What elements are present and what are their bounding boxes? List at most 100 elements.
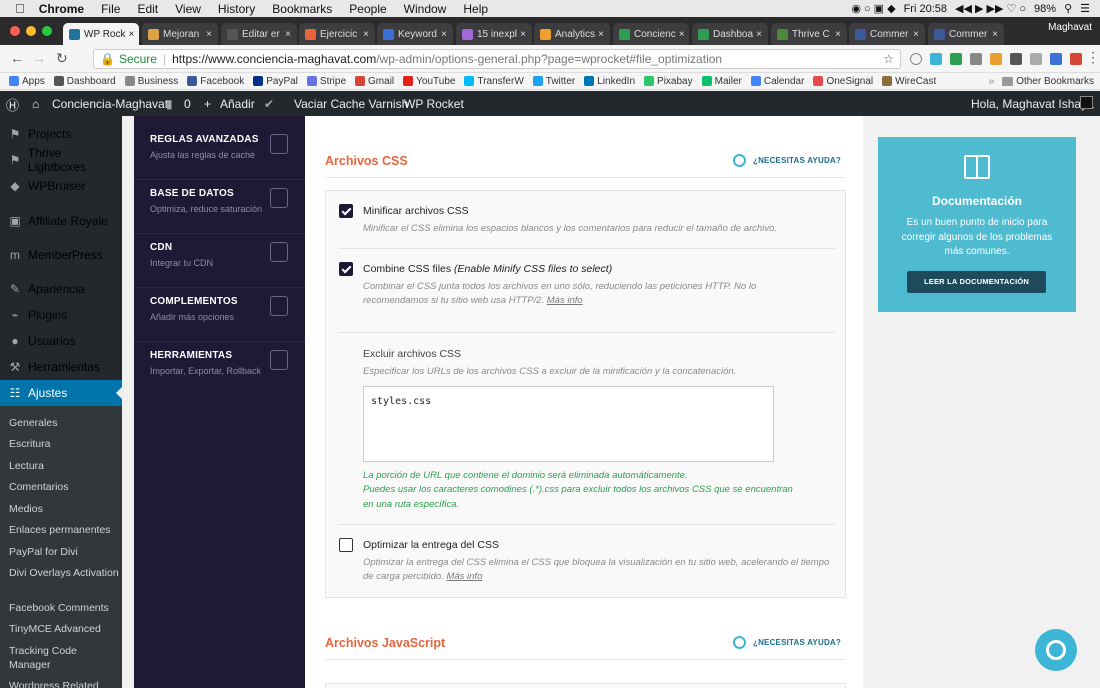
submenu-item[interactable]: Comentarios: [9, 480, 119, 494]
sidebar-item-ajustes[interactable]: ☷ Ajustes: [0, 380, 122, 406]
extension-icon[interactable]: [990, 53, 1002, 65]
browser-tab[interactable]: Keyword ×: [377, 23, 453, 45]
apple-icon[interactable]: : [15, 1, 25, 16]
wordpress-logo-icon[interactable]: Ⓗ: [6, 95, 19, 114]
menu-help[interactable]: Help: [463, 2, 488, 16]
browser-tab[interactable]: 15 inexpl ×: [456, 23, 532, 45]
search-icon[interactable]: ⚲: [1064, 2, 1072, 15]
bookmark-item[interactable]: Stripe: [306, 76, 346, 87]
close-icon[interactable]: ×: [126, 29, 135, 40]
menu-app[interactable]: Chrome: [39, 2, 84, 16]
profile-name[interactable]: Maghavat: [1048, 22, 1092, 33]
submenu-item[interactable]: Enlaces permanentes: [9, 523, 119, 537]
browser-tab[interactable]: Thrive C ×: [771, 23, 847, 45]
submenu-item[interactable]: Lectura: [9, 459, 119, 473]
submenu-item[interactable]: Facebook Comments: [9, 601, 119, 615]
css-help-link[interactable]: ¿NECESITAS AYUDA?: [732, 154, 841, 167]
extension-icon[interactable]: [1050, 53, 1062, 65]
menu-history[interactable]: History: [218, 2, 255, 16]
extension-info-icon[interactable]: [910, 53, 922, 65]
menu-file[interactable]: File: [101, 2, 120, 16]
forward-icon[interactable]: →: [32, 50, 46, 66]
sidebar-item-wpbruiser[interactable]: ◆ WPBruiser: [0, 173, 122, 199]
battery-percent[interactable]: 98%: [1034, 3, 1056, 15]
sidebar-item-herramientas[interactable]: ⚒ Herramientas: [0, 354, 122, 380]
extension-icon[interactable]: [1030, 53, 1042, 65]
bookmark-item[interactable]: Pixabay: [644, 76, 693, 87]
minimize-window-button[interactable]: [26, 26, 36, 36]
yoast-icon[interactable]: ✔: [264, 97, 274, 111]
extension-icon[interactable]: [970, 53, 982, 65]
exclude-css-textarea[interactable]: styles.css: [363, 386, 774, 462]
rocket-nav-complementos[interactable]: COMPLEMENTOS Añadir más opciones: [150, 296, 300, 322]
browser-tab[interactable]: Analytics ×: [534, 23, 610, 45]
back-icon[interactable]: ←: [10, 50, 24, 66]
close-icon[interactable]: ×: [203, 29, 212, 40]
browser-tab[interactable]: Dashboa ×: [692, 23, 768, 45]
zoom-window-button[interactable]: [42, 26, 52, 36]
menu-window[interactable]: Window: [404, 2, 447, 16]
close-icon[interactable]: ×: [517, 29, 526, 40]
close-icon[interactable]: ×: [989, 29, 998, 40]
sidebar-item-affiliate-royale[interactable]: ▣ Affiliate Royale: [0, 208, 122, 234]
status-icons[interactable]: ◉ ○ ▣ ◆: [851, 2, 895, 15]
sidebar-item-thrive-lightboxes[interactable]: ⚑ Thrive Lightboxes: [0, 146, 122, 174]
combine-more-info-link[interactable]: Más info: [547, 295, 583, 306]
extension-icon[interactable]: [1070, 53, 1082, 65]
help-beacon-icon[interactable]: [1035, 629, 1077, 671]
bookmark-item[interactable]: YouTube: [403, 76, 455, 87]
list-icon[interactable]: ☰: [1080, 2, 1090, 15]
extension-icon[interactable]: [950, 53, 962, 65]
browser-tab[interactable]: Editar er ×: [221, 23, 297, 45]
add-new-link[interactable]: Añadir: [220, 97, 255, 111]
comments-icon[interactable]: ▮: [166, 97, 173, 111]
close-icon[interactable]: ×: [282, 29, 291, 40]
rocket-nav-base-de-datos[interactable]: BASE DE DATOS Optimiza, reduce saturación: [150, 188, 300, 214]
browser-tab[interactable]: WP Rock ×: [63, 23, 139, 45]
minify-css-checkbox[interactable]: [339, 204, 353, 218]
close-icon[interactable]: ×: [910, 29, 919, 40]
browser-tab[interactable]: Ejercicic ×: [299, 23, 375, 45]
browser-tab[interactable]: Concienc ×: [613, 23, 689, 45]
wp-rocket-link[interactable]: WP Rocket: [404, 97, 464, 111]
extension-icon[interactable]: [1010, 53, 1022, 65]
plus-icon[interactable]: +: [204, 97, 211, 111]
varnish-link[interactable]: Vaciar Cache Varnish: [294, 97, 408, 111]
menu-bookmarks[interactable]: Bookmarks: [272, 2, 332, 16]
greeting[interactable]: Hola, Maghavat Ishaya: [971, 97, 1094, 111]
reload-icon[interactable]: ↻: [56, 50, 68, 67]
admin-site-link[interactable]: Conciencia-Maghavat: [52, 97, 168, 111]
rocket-nav-cdn[interactable]: CDN Integrar tu CDN: [150, 242, 300, 268]
comments-count[interactable]: 0: [184, 97, 191, 111]
submenu-item[interactable]: Medios: [9, 502, 119, 516]
menu-people[interactable]: People: [349, 2, 386, 16]
sidebar-item-memberpress[interactable]: m MemberPress: [0, 242, 122, 268]
bookmark-item[interactable]: PayPal: [253, 76, 298, 87]
sidebar-item-projects[interactable]: ⚑ Projects: [0, 121, 122, 147]
other-bookmarks[interactable]: » Other Bookmarks: [989, 73, 1094, 89]
star-icon[interactable]: ☆: [883, 52, 894, 66]
close-icon[interactable]: ×: [595, 29, 604, 40]
combine-css-checkbox[interactable]: [339, 262, 353, 276]
optimize-css-checkbox[interactable]: [339, 538, 353, 552]
close-icon[interactable]: ×: [832, 29, 841, 40]
close-icon[interactable]: ×: [753, 29, 762, 40]
submenu-item[interactable]: Divi Overlays Activation: [9, 566, 119, 580]
clock[interactable]: Fri 20:58: [904, 3, 947, 15]
bookmark-item[interactable]: Twitter: [532, 76, 575, 87]
read-docs-button[interactable]: LEER LA DOCUMENTACIÓN: [907, 271, 1046, 293]
bookmark-item[interactable]: Mailer: [701, 76, 742, 87]
bookmark-item[interactable]: Apps: [9, 76, 45, 87]
extension-icon[interactable]: [930, 53, 942, 65]
bookmark-item[interactable]: Dashboard: [53, 76, 116, 87]
control-icons[interactable]: ◀◀ ▶ ▶▶ ♡ ○: [955, 2, 1026, 15]
menu-edit[interactable]: Edit: [137, 2, 158, 16]
bookmark-item[interactable]: LinkedIn: [584, 76, 635, 87]
browser-tab[interactable]: Mejoran ×: [142, 23, 218, 45]
bookmark-item[interactable]: OneSignal: [813, 76, 873, 87]
rocket-nav-reglas-avanzadas[interactable]: REGLAS AVANZADAS Ajusta las reglas de cac…: [150, 134, 300, 160]
bookmark-item[interactable]: TransferW: [464, 76, 524, 87]
browser-tab[interactable]: Commer ×: [928, 23, 1004, 45]
bookmark-item[interactable]: Calendar: [750, 76, 804, 87]
submenu-item[interactable]: Wordpress Related: [9, 679, 119, 688]
